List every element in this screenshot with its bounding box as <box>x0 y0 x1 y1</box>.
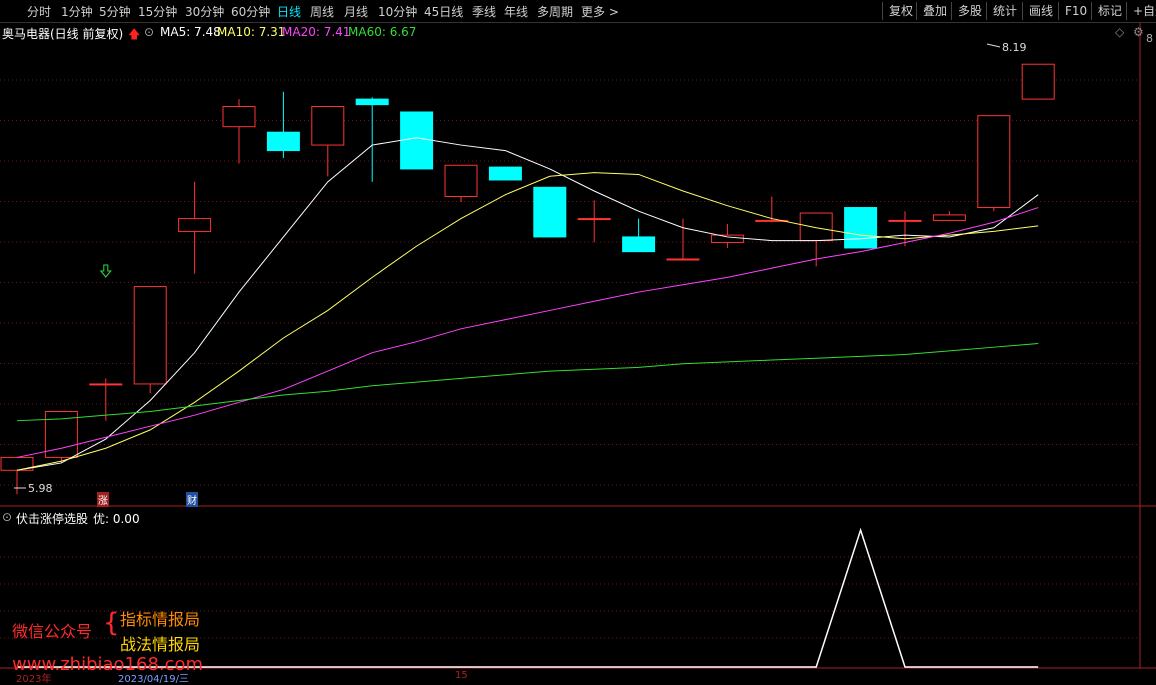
tab-period-13[interactable]: 多周期 <box>537 3 573 20</box>
watermark-brace: { <box>103 608 120 638</box>
candle-body <box>400 111 434 170</box>
toolbar-button-1[interactable]: 叠加 <box>916 2 947 20</box>
candle-body <box>533 186 567 238</box>
cai-marker[interactable]: 财 <box>186 492 198 507</box>
high-price-label: 8.19 <box>1002 41 1027 54</box>
candle-body <box>178 218 212 232</box>
high-arrow <box>986 43 1001 48</box>
low-price-label: 5.98 <box>28 482 53 495</box>
chart-canvas <box>0 22 1156 669</box>
ma20-label: MA20: 7.41 <box>282 25 351 39</box>
up-arrow-icon: 🡅 <box>128 27 141 41</box>
ma-line-ma20 <box>16 207 1039 458</box>
tab-period-4[interactable]: 30分钟 <box>185 3 224 20</box>
candle-body <box>133 286 167 385</box>
watermark-line1: 指标情报局 <box>120 610 201 629</box>
candle-body <box>932 214 966 221</box>
date-label-3: 15 <box>455 670 468 681</box>
circle-chevron-icon[interactable]: ⊙ <box>144 25 154 39</box>
toolbar-button-7[interactable]: +自选 <box>1126 2 1156 20</box>
tab-period-14[interactable]: 更多 > <box>581 3 619 20</box>
ma10-label: MA10: 7.31 <box>217 25 286 39</box>
candle-body <box>710 234 744 243</box>
tab-period-0[interactable]: 分时 <box>27 3 51 20</box>
tab-period-6[interactable]: 日线 <box>277 3 301 20</box>
tab-period-10[interactable]: 45日线 <box>424 3 463 20</box>
stock-title[interactable]: 奥马电器(日线 前复权) <box>2 25 123 42</box>
date-label-2: 2023/04/19/三 <box>118 674 190 685</box>
candle-body <box>622 236 656 253</box>
candle-body <box>444 164 478 198</box>
candle-body <box>799 212 833 242</box>
ma-line-ma10 <box>16 172 1039 471</box>
watermark-line2: 战法情报局 <box>120 635 201 654</box>
toolbar-button-5[interactable]: F10 <box>1058 2 1087 20</box>
period-toolbar: 分时 1分钟 5分钟 15分钟 30分钟 60分钟 日线 周线 月线 10分钟 45日线 季线 年线 多周… <box>0 0 1156 23</box>
tab-period-2[interactable]: 5分钟 <box>99 3 131 20</box>
candle-body <box>311 105 345 146</box>
tab-period-1[interactable]: 1分钟 <box>61 3 93 20</box>
watermark-wechat: 微信公众号 <box>12 622 93 641</box>
ma-line-ma60 <box>16 343 1039 422</box>
tab-period-3[interactable]: 15分钟 <box>138 3 177 20</box>
toolbar-button-0[interactable]: 复权 <box>882 2 913 20</box>
candle-body <box>977 115 1011 209</box>
indicator-value: 优: 0.00 <box>93 512 140 526</box>
toolbar-button-2[interactable]: 多股 <box>951 2 982 20</box>
diamond-icon[interactable]: ◇ <box>1115 25 1124 39</box>
toolbar-button-4[interactable]: 画线 <box>1022 2 1053 20</box>
ma60-label: MA60: 6.67 <box>348 25 417 39</box>
candle-body <box>222 105 256 128</box>
toolbar-button-6[interactable]: 标记 <box>1091 2 1122 20</box>
candle-body <box>666 258 700 261</box>
candle-body <box>266 131 300 152</box>
tab-period-7[interactable]: 周线 <box>310 3 334 20</box>
ma5-label: MA5: 7.48 <box>160 25 221 39</box>
tab-period-9[interactable]: 10分钟 <box>378 3 417 20</box>
tab-period-12[interactable]: 年线 <box>504 3 528 20</box>
candle-body <box>577 218 611 221</box>
date-label-1: 2023年 <box>16 674 52 685</box>
candle-body <box>488 166 522 181</box>
zhang-marker[interactable]: 涨 <box>97 492 109 507</box>
candle-body <box>355 98 389 106</box>
ma-line-ma5 <box>16 137 1039 471</box>
info-bar: 奥马电器(日线 前复权) 🡅 ⊙ MA5: 7.48 MA10: 7.31 MA… <box>0 23 1144 42</box>
candle-body <box>1021 63 1055 100</box>
indicator-name[interactable]: 伏击涨停选股 <box>16 510 88 527</box>
candle-body <box>89 383 123 386</box>
toolbar-button-3[interactable]: 统计 <box>986 2 1017 20</box>
gear-icon[interactable]: ⚙ <box>1133 25 1144 39</box>
circle-chevron-icon[interactable]: ⊙ <box>2 510 12 524</box>
tab-period-8[interactable]: 月线 <box>344 3 368 20</box>
tab-period-5[interactable]: 60分钟 <box>231 3 270 20</box>
candle-body <box>888 219 922 222</box>
right-axis-label: 8 <box>1146 32 1153 45</box>
candle-body <box>844 207 878 249</box>
green-arrow-icon <box>99 264 112 278</box>
tab-period-11[interactable]: 季线 <box>472 3 496 20</box>
